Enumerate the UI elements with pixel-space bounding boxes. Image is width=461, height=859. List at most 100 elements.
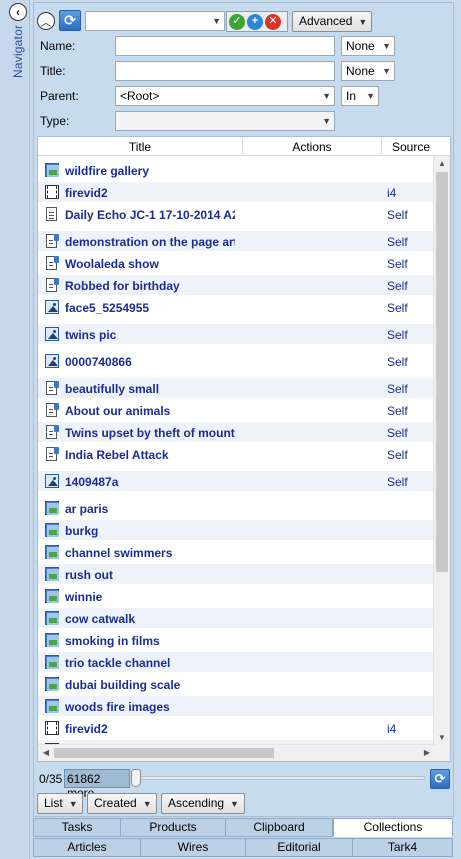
table-row[interactable]: firevid2 i4 [38, 718, 433, 738]
row-title[interactable]: face5_5254955 [65, 301, 235, 315]
parent-combo[interactable]: <Root> ▼ [115, 86, 335, 106]
table-row[interactable]: ar paris [38, 498, 433, 518]
row-title[interactable]: rush out [65, 568, 235, 582]
refresh-button[interactable]: ⟳ [59, 10, 81, 31]
horizontal-scroll-thumb[interactable] [54, 748, 274, 758]
gallery-icon [45, 523, 59, 537]
row-title[interactable]: wildfire gallery [65, 164, 235, 178]
row-title[interactable]: channel swimmers [65, 546, 235, 560]
story-icon [46, 256, 59, 270]
table-row[interactable]: rush out [38, 564, 433, 584]
sort-field-dropdown[interactable]: Created ▼ [87, 793, 157, 814]
parent-match-value: In [346, 89, 357, 103]
table-row[interactable]: face5_5254955 Self [38, 297, 433, 317]
row-title[interactable]: India Rebel Attack [65, 448, 235, 462]
name-input[interactable] [115, 36, 335, 56]
delete-icon[interactable]: ✕ [265, 13, 281, 30]
table-row[interactable]: Woolaleda show Self [38, 253, 433, 273]
table-row[interactable]: 0000740866 Self [38, 351, 433, 371]
table-row[interactable]: burkg [38, 520, 433, 540]
row-title[interactable]: woods fire images [65, 700, 235, 714]
row-title[interactable]: burkg [65, 524, 235, 538]
table-row[interactable]: cow catwalk [38, 608, 433, 628]
sort-order-dropdown[interactable]: Ascending ▼ [161, 793, 245, 814]
apply-icon[interactable]: ✓ [229, 13, 245, 30]
tab-editorial[interactable]: Editorial [245, 838, 353, 857]
row-title[interactable]: Twins upset by theft of mount [65, 426, 235, 440]
table-row[interactable]: Robbed for birthday Self [38, 275, 433, 295]
title-input[interactable] [115, 61, 335, 81]
row-title[interactable]: ar paris [65, 502, 235, 516]
table-row[interactable]: firevid2 i4 [38, 182, 433, 202]
table-row[interactable]: Daily Echo JC-1 17-10-2014 A2 Self [38, 204, 433, 224]
scroll-up-icon[interactable]: ▲ [434, 156, 450, 172]
row-title[interactable]: 1409487a [65, 475, 235, 489]
row-title[interactable]: twins pic [65, 328, 235, 342]
page-slider-thumb[interactable] [131, 769, 141, 787]
row-title[interactable]: cow catwalk [65, 612, 235, 626]
tab-tasks[interactable]: Tasks [33, 818, 121, 837]
table-row[interactable]: wildfire gallery [38, 160, 433, 180]
row-title[interactable]: dubai building scale [65, 678, 235, 692]
column-header-actions[interactable]: Actions [243, 140, 381, 154]
chevron-down-icon: ▼ [382, 66, 391, 76]
table-row[interactable]: beautifully small Self [38, 378, 433, 398]
gallery-icon [45, 589, 59, 603]
table-row[interactable]: Twins upset by theft of mount Self [38, 422, 433, 442]
table-row[interactable]: dubai building scale [38, 674, 433, 694]
row-title[interactable]: Daily Echo JC-1 17-10-2014 A2 [65, 208, 235, 222]
column-header-source[interactable]: Source [382, 140, 440, 154]
table-row[interactable]: 1409487a Self [38, 471, 433, 491]
table-row[interactable]: demonstration on the page art Self [38, 231, 433, 251]
view-mode-dropdown[interactable]: List ▼ [37, 793, 83, 814]
scroll-down-icon[interactable]: ▼ [434, 730, 450, 746]
more-results-button[interactable]: 61862 more [64, 769, 130, 800]
collapse-up-button[interactable]: ︿ [37, 12, 55, 30]
table-row[interactable]: smoking in films [38, 630, 433, 650]
tab-products[interactable]: Products [120, 818, 226, 837]
navigator-collapse-button[interactable]: ‹ [9, 3, 27, 21]
horizontal-scrollbar[interactable]: ◀ ▶ [38, 744, 435, 761]
row-title[interactable]: trio tackle channel [65, 656, 235, 670]
tab-tark4[interactable]: Tark4 [352, 838, 453, 857]
row-title[interactable]: demonstration on the page art [65, 235, 235, 249]
row-title[interactable]: Robbed for birthday [65, 279, 235, 293]
row-title[interactable]: 0000740866 [65, 355, 235, 369]
row-title[interactable]: Woolaleda show [65, 257, 235, 271]
row-title[interactable]: beautifully small [65, 382, 235, 396]
name-match-combo[interactable]: None ▼ [341, 36, 395, 56]
column-header-title[interactable]: Title [38, 140, 242, 154]
row-title[interactable]: firevid2 [65, 186, 235, 200]
row-title[interactable]: firevid2 [65, 722, 235, 736]
table-row[interactable]: winnie [38, 586, 433, 606]
refresh-results-button[interactable]: ⟳ [430, 769, 450, 789]
table-row[interactable]: About our animals Self [38, 400, 433, 420]
row-title[interactable]: smoking in films [65, 634, 235, 648]
navigator-label[interactable]: Navigator [11, 25, 25, 78]
table-row[interactable]: twins pic Self [38, 324, 433, 344]
image-icon [45, 474, 59, 488]
table-row[interactable]: India Rebel Attack Self [38, 444, 433, 464]
tab-clipboard[interactable]: Clipboard [225, 818, 333, 837]
vertical-scroll-thumb[interactable] [436, 172, 448, 572]
table-row[interactable]: woods fire images [38, 696, 433, 716]
vertical-scrollbar[interactable]: ▲ ▼ [433, 156, 450, 761]
tab-wires[interactable]: Wires [140, 838, 246, 857]
table-row[interactable]: channel swimmers [38, 542, 433, 562]
parent-match-combo[interactable]: In ▼ [341, 86, 379, 106]
page-slider-track[interactable] [137, 776, 425, 780]
saved-search-combo[interactable]: ▼ [85, 11, 225, 31]
advanced-label: Advanced [299, 14, 353, 28]
add-icon[interactable]: + [247, 13, 263, 30]
table-row[interactable]: trio tackle channel [38, 652, 433, 672]
row-title[interactable]: winnie [65, 590, 235, 604]
advanced-dropdown[interactable]: Advanced ▼ [292, 11, 372, 32]
scroll-left-icon[interactable]: ◀ [38, 745, 54, 761]
tab-collections[interactable]: Collections [333, 818, 453, 837]
row-title[interactable]: About our animals [65, 404, 235, 418]
tab-articles[interactable]: Articles [33, 838, 141, 857]
type-combo[interactable]: ▼ [115, 111, 335, 131]
story-icon [46, 234, 59, 248]
scroll-right-icon[interactable]: ▶ [419, 745, 435, 761]
title-match-combo[interactable]: None ▼ [341, 61, 395, 81]
